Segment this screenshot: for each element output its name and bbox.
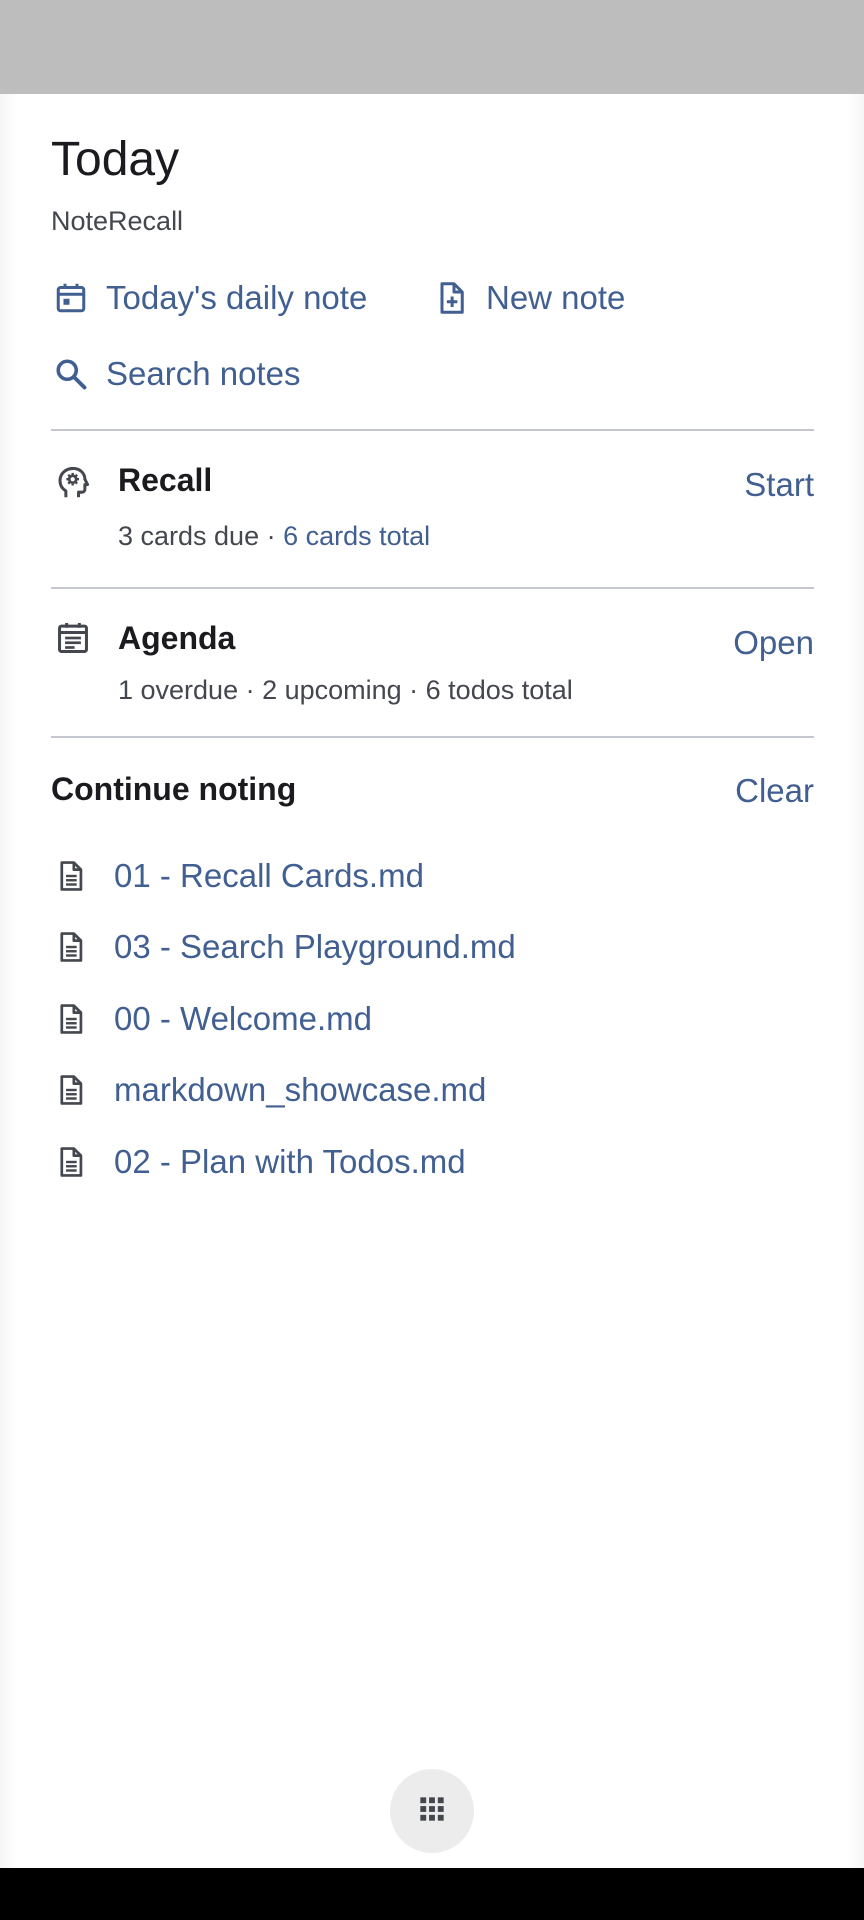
new-note-label: New note (486, 279, 626, 316)
continue-noting-title: Continue noting (51, 771, 297, 807)
calendar-icon (51, 278, 91, 318)
new-note-button[interactable]: New note (431, 278, 625, 318)
recall-title: Recall (118, 462, 213, 498)
recent-note-item[interactable]: 00 - Welcome.md (51, 983, 814, 1055)
recall-due: 3 cards due (118, 521, 260, 551)
navigation-bar (0, 1868, 864, 1920)
recall-start-button[interactable]: Start (744, 466, 814, 504)
daily-note-button[interactable]: Today's daily note (51, 278, 367, 318)
file-plus-icon (431, 278, 471, 318)
recent-note-label: 03 - Search Playground.md (114, 928, 516, 966)
document-icon (51, 927, 91, 967)
app-name: NoteRecall (51, 206, 184, 236)
recent-note-label: 00 - Welcome.md (114, 999, 372, 1037)
daily-note-label: Today's daily note (106, 279, 368, 316)
brain-head-icon (51, 461, 95, 505)
divider (51, 429, 814, 431)
recall-total-link[interactable]: 6 cards total (283, 521, 430, 551)
recent-note-item[interactable]: markdown_showcase.md (51, 1055, 814, 1127)
divider (51, 587, 814, 589)
recent-note-label: markdown_showcase.md (114, 1071, 487, 1109)
recall-separator: · (259, 521, 284, 551)
page-title: Today (51, 133, 180, 186)
search-icon (51, 354, 91, 394)
document-icon (51, 1070, 91, 1110)
divider (51, 736, 814, 738)
document-icon (51, 1142, 91, 1182)
recent-note-item[interactable]: 03 - Search Playground.md (51, 912, 814, 984)
recent-note-label: 01 - Recall Cards.md (114, 856, 424, 894)
recall-summary: 3 cards due · 6 cards total (118, 521, 430, 552)
document-icon (51, 856, 91, 896)
apps-grid-icon (418, 1795, 446, 1828)
recent-notes-list: 01 - Recall Cards.md 03 - Search Playgro… (51, 840, 814, 1198)
clear-recent-button[interactable]: Clear (735, 772, 814, 810)
recent-note-item[interactable]: 02 - Plan with Todos.md (51, 1126, 814, 1198)
agenda-summary: 1 overdue · 2 upcoming · 6 todos total (118, 675, 573, 705)
recent-note-item[interactable]: 01 - Recall Cards.md (51, 840, 814, 912)
agenda-icon (51, 616, 95, 660)
agenda-title: Agenda (118, 620, 236, 656)
search-notes-label: Search notes (106, 355, 301, 392)
document-icon (51, 999, 91, 1039)
status-bar (0, 0, 864, 94)
search-notes-button[interactable]: Search notes (51, 354, 300, 394)
recent-note-label: 02 - Plan with Todos.md (114, 1142, 466, 1180)
agenda-open-button[interactable]: Open (733, 624, 814, 662)
apps-menu-button[interactable] (390, 1769, 474, 1853)
